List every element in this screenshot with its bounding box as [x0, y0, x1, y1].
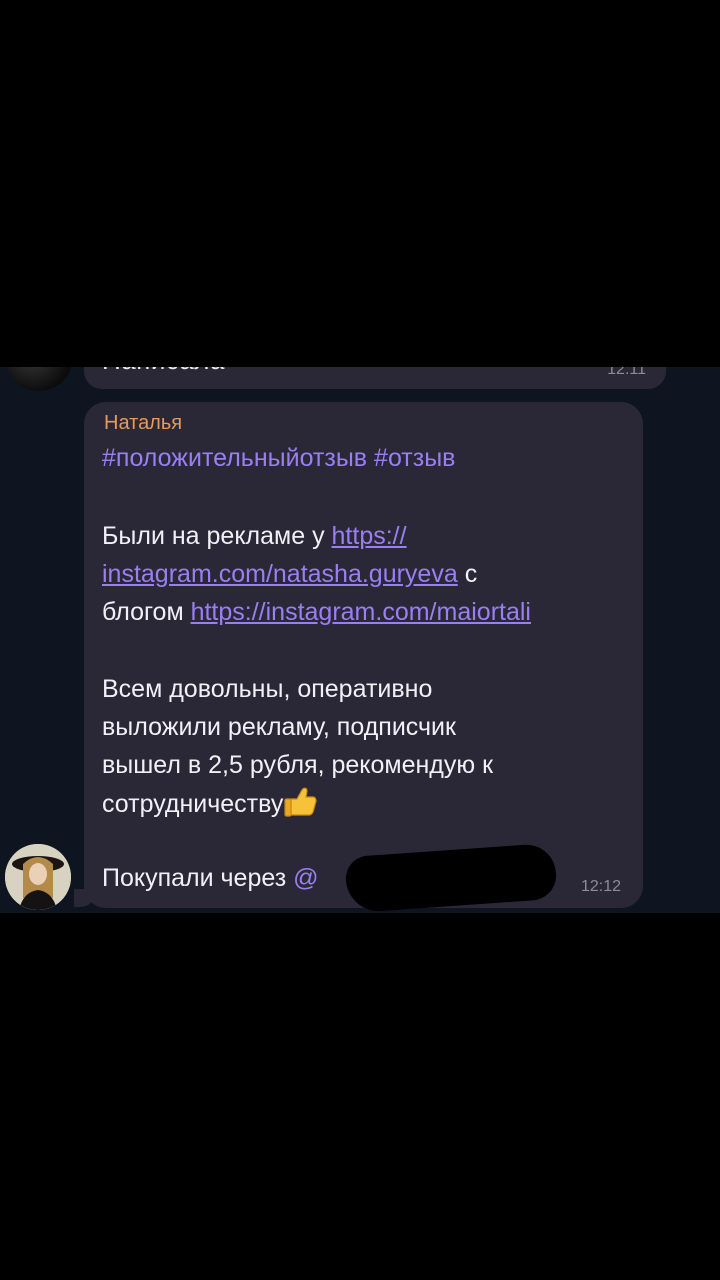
text: Были на рекламе у: [102, 522, 332, 550]
text: вышел в 2,5 рубля, рекомендую к: [102, 751, 494, 779]
instagram-link[interactable]: https://: [332, 522, 407, 550]
message-paragraph: Всем довольны, оперативно выложили рекла…: [102, 670, 632, 823]
thumbs-up-icon: [284, 787, 317, 817]
avatar[interactable]: [6, 367, 72, 391]
message-paragraph: Были на рекламе у https:// instagram.com…: [102, 517, 632, 631]
text: Покупали через: [102, 864, 294, 892]
message-time: 12:12: [580, 878, 621, 895]
previous-message-bubble[interactable]: Написала 12:11: [84, 367, 666, 389]
text: Всем довольны, оперативно: [102, 675, 433, 703]
message-time: 12:11: [607, 367, 646, 378]
avatar[interactable]: [5, 844, 71, 910]
text: блогом: [102, 598, 191, 626]
hashtags[interactable]: #положительныйотзыв #отзыв: [102, 444, 455, 473]
chat-screen: Написала 12:11 Наталья #положительныйотз…: [0, 367, 720, 913]
instagram-link[interactable]: https://instagram.com/maiortali: [191, 598, 531, 626]
text: сотрудничеству: [102, 790, 284, 818]
text: с: [457, 560, 478, 588]
message-bubble[interactable]: Наталья #положительныйотзыв #отзыв Были …: [84, 402, 643, 913]
instagram-link[interactable]: instagram.com/natasha.guryeva: [102, 560, 458, 588]
message-text: Написала: [102, 367, 225, 376]
user-photo: [5, 844, 71, 910]
message-last-line: Покупали через @: [102, 864, 319, 893]
sender-name[interactable]: Наталья: [104, 412, 182, 435]
redaction-mark: [504, 854, 544, 884]
mention-link[interactable]: @: [293, 864, 318, 892]
text: выложили рекламу, подписчик: [102, 713, 456, 741]
